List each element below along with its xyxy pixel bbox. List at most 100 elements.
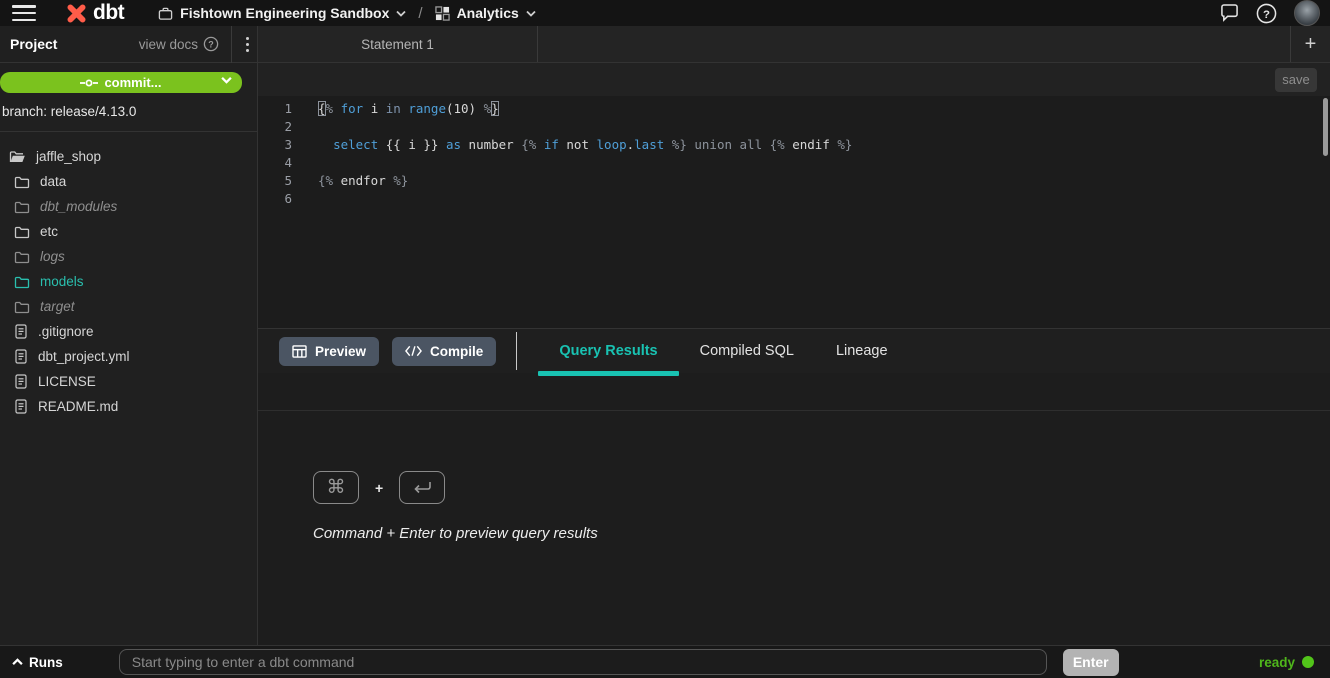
commit-button[interactable]: commit... [0,72,242,93]
editor-scrollbar[interactable] [1322,98,1329,324]
code-text [292,118,318,136]
tree-item-logs[interactable]: logs [0,244,257,269]
code-editor[interactable]: 1{% for i in range(10) %}23 select {{ i … [258,96,1330,328]
grid-icon [435,6,450,21]
compile-button[interactable]: Compile [392,337,496,366]
preview-button-label: Preview [315,344,366,359]
folder-icon [14,300,30,314]
tree-item-label: jaffle_shop [36,149,101,164]
folder-icon [14,225,30,239]
results-panel-toolbar: Preview Compile Query ResultsCompiled SQ… [258,328,1330,373]
code-line-6: 6 [258,190,1330,208]
tree-item-dbt-project-yml[interactable]: dbt_project.yml [0,344,257,369]
tree-item-label: etc [40,224,58,239]
dbt-logo-text: dbt [93,1,124,25]
chevron-up-icon [12,658,23,666]
compile-button-label: Compile [430,344,483,359]
project-selector[interactable]: Fishtown Engineering Sandbox [158,5,406,21]
folder-icon [14,175,30,189]
tree-item-dbt-modules[interactable]: dbt_modules [0,194,257,219]
hamburger-menu-icon[interactable] [12,5,36,21]
folder-icon [14,200,30,214]
tree-item-license[interactable]: LICENSE [0,369,257,394]
results-empty-state: ⌘ + Command + Enter to preview query res… [258,411,1330,645]
file-icon [14,374,28,389]
empty-state-hint: Command + Enter to preview query results [313,525,1330,542]
folder-icon [14,250,30,264]
results-tab-lineage[interactable]: Lineage [815,329,909,373]
folder-icon [14,275,30,289]
code-text: {% endfor %} [292,172,408,190]
dbt-logo: dbt [64,1,124,26]
code-line-3: 3 select {{ i }} as number {% if not loo… [258,136,1330,154]
chevron-down-icon [396,10,406,17]
line-number: 4 [258,154,292,172]
toolbar-divider [516,332,517,370]
new-tab-button[interactable]: + [1290,26,1330,62]
command-key-icon: ⌘ [313,471,359,504]
code-line-1: 1{% for i in range(10) %} [258,100,1330,118]
tree-item-data[interactable]: data [0,169,257,194]
tree-item-label: dbt_project.yml [38,349,130,364]
code-text [292,190,318,208]
code-text [292,154,318,172]
tree-item--gitignore[interactable]: .gitignore [0,319,257,344]
enter-key-icon [399,471,445,504]
bottom-bar: Runs Enter ready [0,645,1330,678]
sidebar-menu-button[interactable] [231,26,249,63]
project-selector-label: Fishtown Engineering Sandbox [180,5,389,21]
preview-button[interactable]: Preview [279,337,379,366]
results-tab-compiled-sql[interactable]: Compiled SQL [679,329,815,373]
tree-item-label: target [40,299,75,314]
chevron-down-icon [526,10,536,17]
chat-icon[interactable] [1220,4,1239,22]
tree-item-readme-md[interactable]: README.md [0,394,257,419]
svg-text:?: ? [208,39,214,49]
help-circle-icon: ? [203,36,219,52]
view-docs-link[interactable]: view docs ? [139,36,219,52]
tree-item-label: data [40,174,66,189]
file-icon [14,324,28,339]
results-header-strip [258,373,1330,411]
status-indicator: ready [1259,655,1314,670]
save-button[interactable]: save [1275,68,1317,92]
user-avatar[interactable] [1294,0,1320,26]
help-icon[interactable]: ? [1256,3,1277,24]
code-line-4: 4 [258,154,1330,172]
tree-item-label: .gitignore [38,324,94,339]
tree-item-etc[interactable]: etc [0,219,257,244]
line-number: 1 [258,100,292,118]
tree-item-jaffle-shop[interactable]: jaffle_shop [0,144,257,169]
sidebar-title: Project [10,36,57,52]
briefcase-icon [158,6,173,21]
dbt-command-input[interactable] [119,649,1047,675]
results-tab-query-results[interactable]: Query Results [538,329,678,373]
tree-item-label: LICENSE [38,374,96,389]
commit-button-label: commit... [104,75,161,90]
file-icon [14,349,28,364]
top-bar: dbt Fishtown Engineering Sandbox / Analy… [0,0,1330,26]
tree-item-label: logs [40,249,65,264]
code-text: {% for i in range(10) %} [292,100,499,118]
plus-separator: + [375,480,383,496]
code-text: select {{ i }} as number {% if not loop.… [292,136,852,154]
view-docs-label: view docs [139,37,198,52]
app-selector[interactable]: Analytics [435,5,536,21]
enter-button[interactable]: Enter [1063,649,1119,676]
tab-statement-1[interactable]: Statement 1 [258,26,538,62]
chevron-down-icon[interactable] [221,76,232,84]
line-number: 2 [258,118,292,136]
breadcrumb-separator: / [418,5,422,22]
branch-label: branch: release/4.13.0 [0,93,257,132]
file-icon [14,399,28,414]
line-number: 3 [258,136,292,154]
dbt-logo-icon [64,1,89,26]
svg-text:?: ? [1263,8,1270,20]
runs-toggle[interactable]: Runs [12,655,63,670]
tree-item-target[interactable]: target [0,294,257,319]
tree-item-models[interactable]: models [0,269,257,294]
file-tree: jaffle_shopdata dbt_modulesetc logs models t… [0,132,257,419]
kebab-icon [246,37,249,52]
code-line-2: 2 [258,118,1330,136]
status-dot-icon [1302,656,1314,668]
